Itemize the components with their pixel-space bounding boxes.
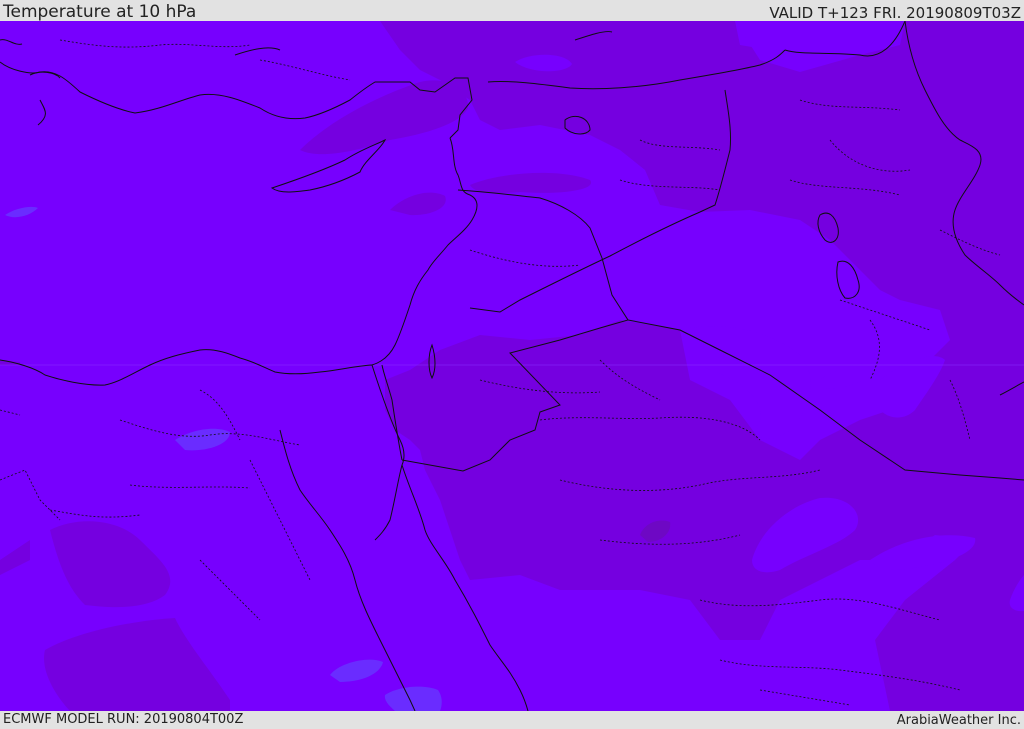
footer-bar: ECMWF MODEL RUN: 20190804T00Z ArabiaWeat… [0, 711, 1024, 729]
model-run-label: ECMWF MODEL RUN: 20190804T00Z [3, 712, 244, 727]
map-title: Temperature at 10 hPa [3, 2, 197, 22]
valid-time-label: VALID T+123 FRI. 20190809T03Z [769, 4, 1021, 22]
temperature-map[interactable] [0, 21, 1024, 711]
credit-label: ArabiaWeather Inc. [896, 713, 1021, 728]
header-bar: Temperature at 10 hPa VALID T+123 FRI. 2… [0, 0, 1024, 21]
